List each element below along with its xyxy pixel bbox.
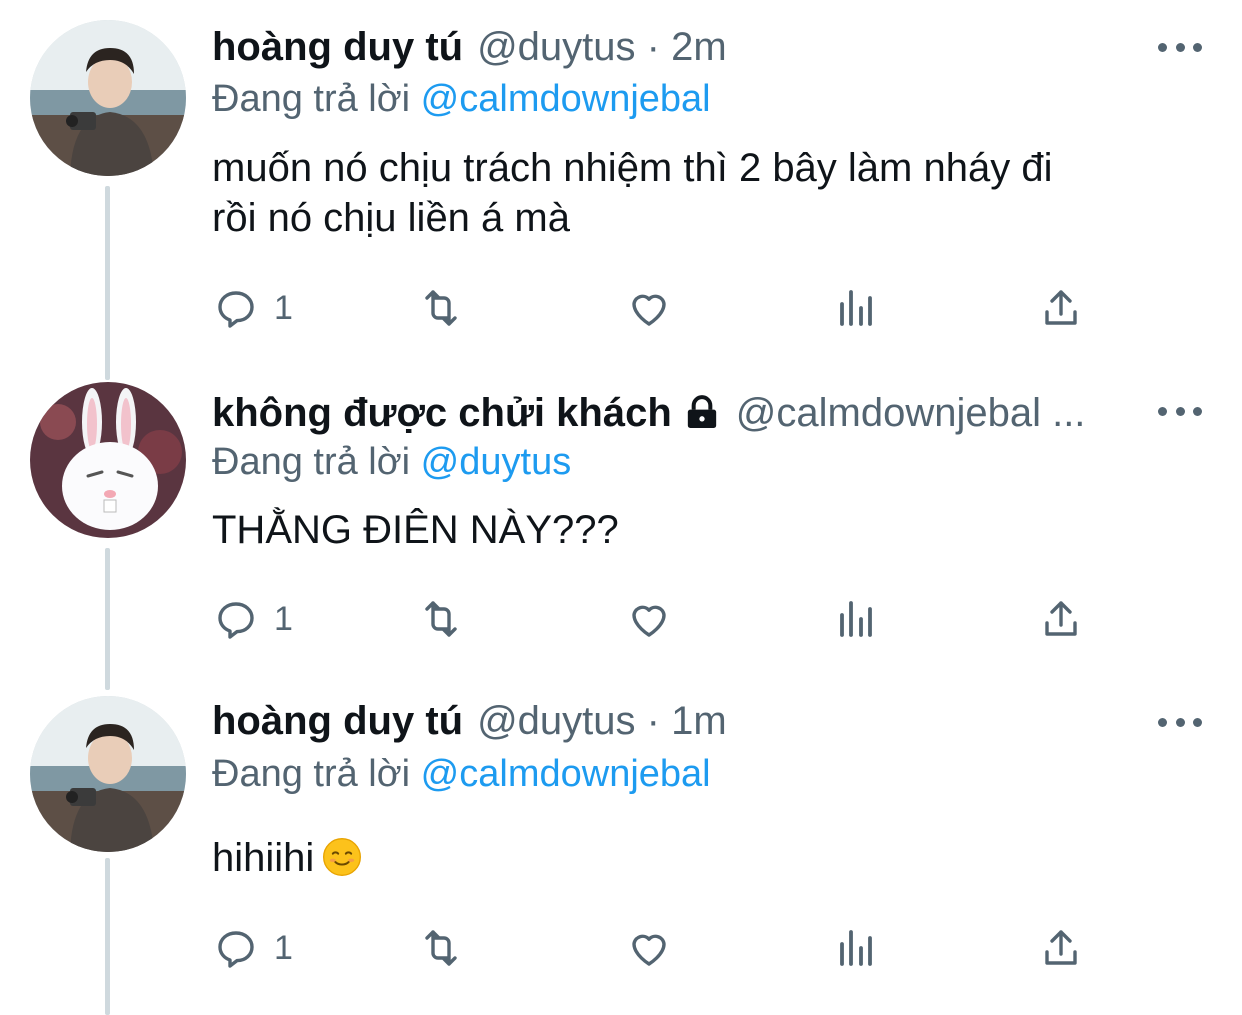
reply-mention-link[interactable]: @calmdownjebal (421, 78, 711, 120)
tweet-text-line: rồi nó chịu liền á mà (212, 196, 570, 240)
share-icon (1045, 930, 1077, 965)
reply-button[interactable]: 1 (212, 283, 293, 333)
handle-time[interactable]: @calmdownjebal ... (736, 388, 1086, 438)
retweet-icon (425, 601, 457, 637)
tweet[interactable]: hoàng duy tú @duytus · 1m Đang trả lời @… (0, 690, 1242, 1015)
share-icon (1045, 290, 1077, 325)
analytics-button[interactable] (832, 923, 880, 973)
tweet-text-line: THẰNG ĐIÊN NÀY??? (212, 508, 619, 552)
analytics-button[interactable] (832, 594, 880, 644)
analytics-icon (840, 290, 872, 326)
reply-prefix: Đang trả lời (212, 441, 411, 483)
tweet-text: hihiihi (212, 833, 1172, 883)
avatar[interactable] (30, 20, 186, 176)
display-name[interactable]: hoàng duy tú (212, 22, 463, 72)
tweet-text-line: hihiihi (212, 836, 315, 880)
action-bar: 1 (212, 283, 1092, 333)
tweet-text-line: muốn nó chịu trách nhiệm thì 2 bây làm n… (212, 146, 1053, 190)
like-button[interactable] (625, 283, 673, 333)
reply-mention-link[interactable]: @duytus (421, 441, 572, 483)
tweet[interactable]: không được chửi khách @calmdownjebal ...… (0, 360, 1242, 690)
smiling-face-emoji (323, 838, 362, 876)
like-icon (632, 605, 666, 637)
avatar-photo-man-camera (30, 696, 186, 852)
lock-icon (687, 395, 716, 428)
tweet-text: muốn nó chịu trách nhiệm thì 2 bây làm n… (212, 143, 1172, 243)
retweet-button[interactable] (417, 283, 465, 333)
like-icon (632, 294, 666, 326)
more-options-icon[interactable] (1158, 715, 1202, 729)
reply-prefix: Đang trả lời (212, 78, 411, 120)
analytics-icon (840, 601, 872, 637)
display-name[interactable]: hoàng duy tú (212, 696, 463, 746)
tweet-header: không được chửi khách @calmdownjebal ... (212, 388, 1132, 438)
avatar[interactable] (30, 696, 186, 852)
reply-button[interactable]: 1 (212, 594, 293, 644)
replying-to: Đang trả lời @calmdownjebal (212, 74, 711, 124)
avatar[interactable] (30, 382, 186, 538)
like-button[interactable] (625, 923, 673, 973)
retweet-button[interactable] (417, 594, 465, 644)
reply-icon (218, 931, 254, 968)
share-button[interactable] (1037, 923, 1085, 973)
analytics-icon (840, 930, 872, 966)
avatar-white-rabbit (30, 382, 186, 538)
avatar-photo-man-camera (30, 20, 186, 176)
analytics-button[interactable] (832, 283, 880, 333)
tweet-header: hoàng duy tú @duytus · 1m (212, 696, 1202, 746)
action-bar: 1 (212, 923, 1092, 973)
more-options-icon[interactable] (1158, 40, 1202, 54)
reply-button[interactable]: 1 (212, 923, 293, 973)
reply-icon (218, 602, 254, 639)
reply-icon (218, 291, 254, 328)
action-bar: 1 (212, 594, 1092, 644)
reply-count: 1 (274, 928, 293, 967)
share-button[interactable] (1037, 594, 1085, 644)
handle-time[interactable]: @duytus · 2m (477, 22, 727, 72)
like-button[interactable] (625, 594, 673, 644)
handle-time[interactable]: @duytus · 1m (477, 696, 727, 746)
more-options-icon[interactable] (1158, 404, 1202, 418)
share-button[interactable] (1037, 283, 1085, 333)
retweet-button[interactable] (417, 923, 465, 973)
tweet-text: THẰNG ĐIÊN NÀY??? (212, 505, 1172, 555)
retweet-icon (425, 290, 457, 326)
reply-mention-link[interactable]: @calmdownjebal (421, 753, 711, 795)
tweet[interactable]: hoàng duy tú @duytus · 2m Đang trả lời @… (0, 0, 1242, 360)
share-icon (1045, 601, 1077, 636)
retweet-icon (425, 930, 457, 966)
reply-count: 1 (274, 599, 293, 638)
like-icon (632, 934, 666, 966)
replying-to: Đang trả lời @calmdownjebal (212, 749, 711, 799)
replying-to: Đang trả lời @duytus (212, 437, 571, 487)
reply-prefix: Đang trả lời (212, 753, 411, 795)
display-name[interactable]: không được chửi khách (212, 388, 672, 438)
reply-count: 1 (274, 288, 293, 327)
tweet-header: hoàng duy tú @duytus · 2m (212, 22, 1202, 72)
